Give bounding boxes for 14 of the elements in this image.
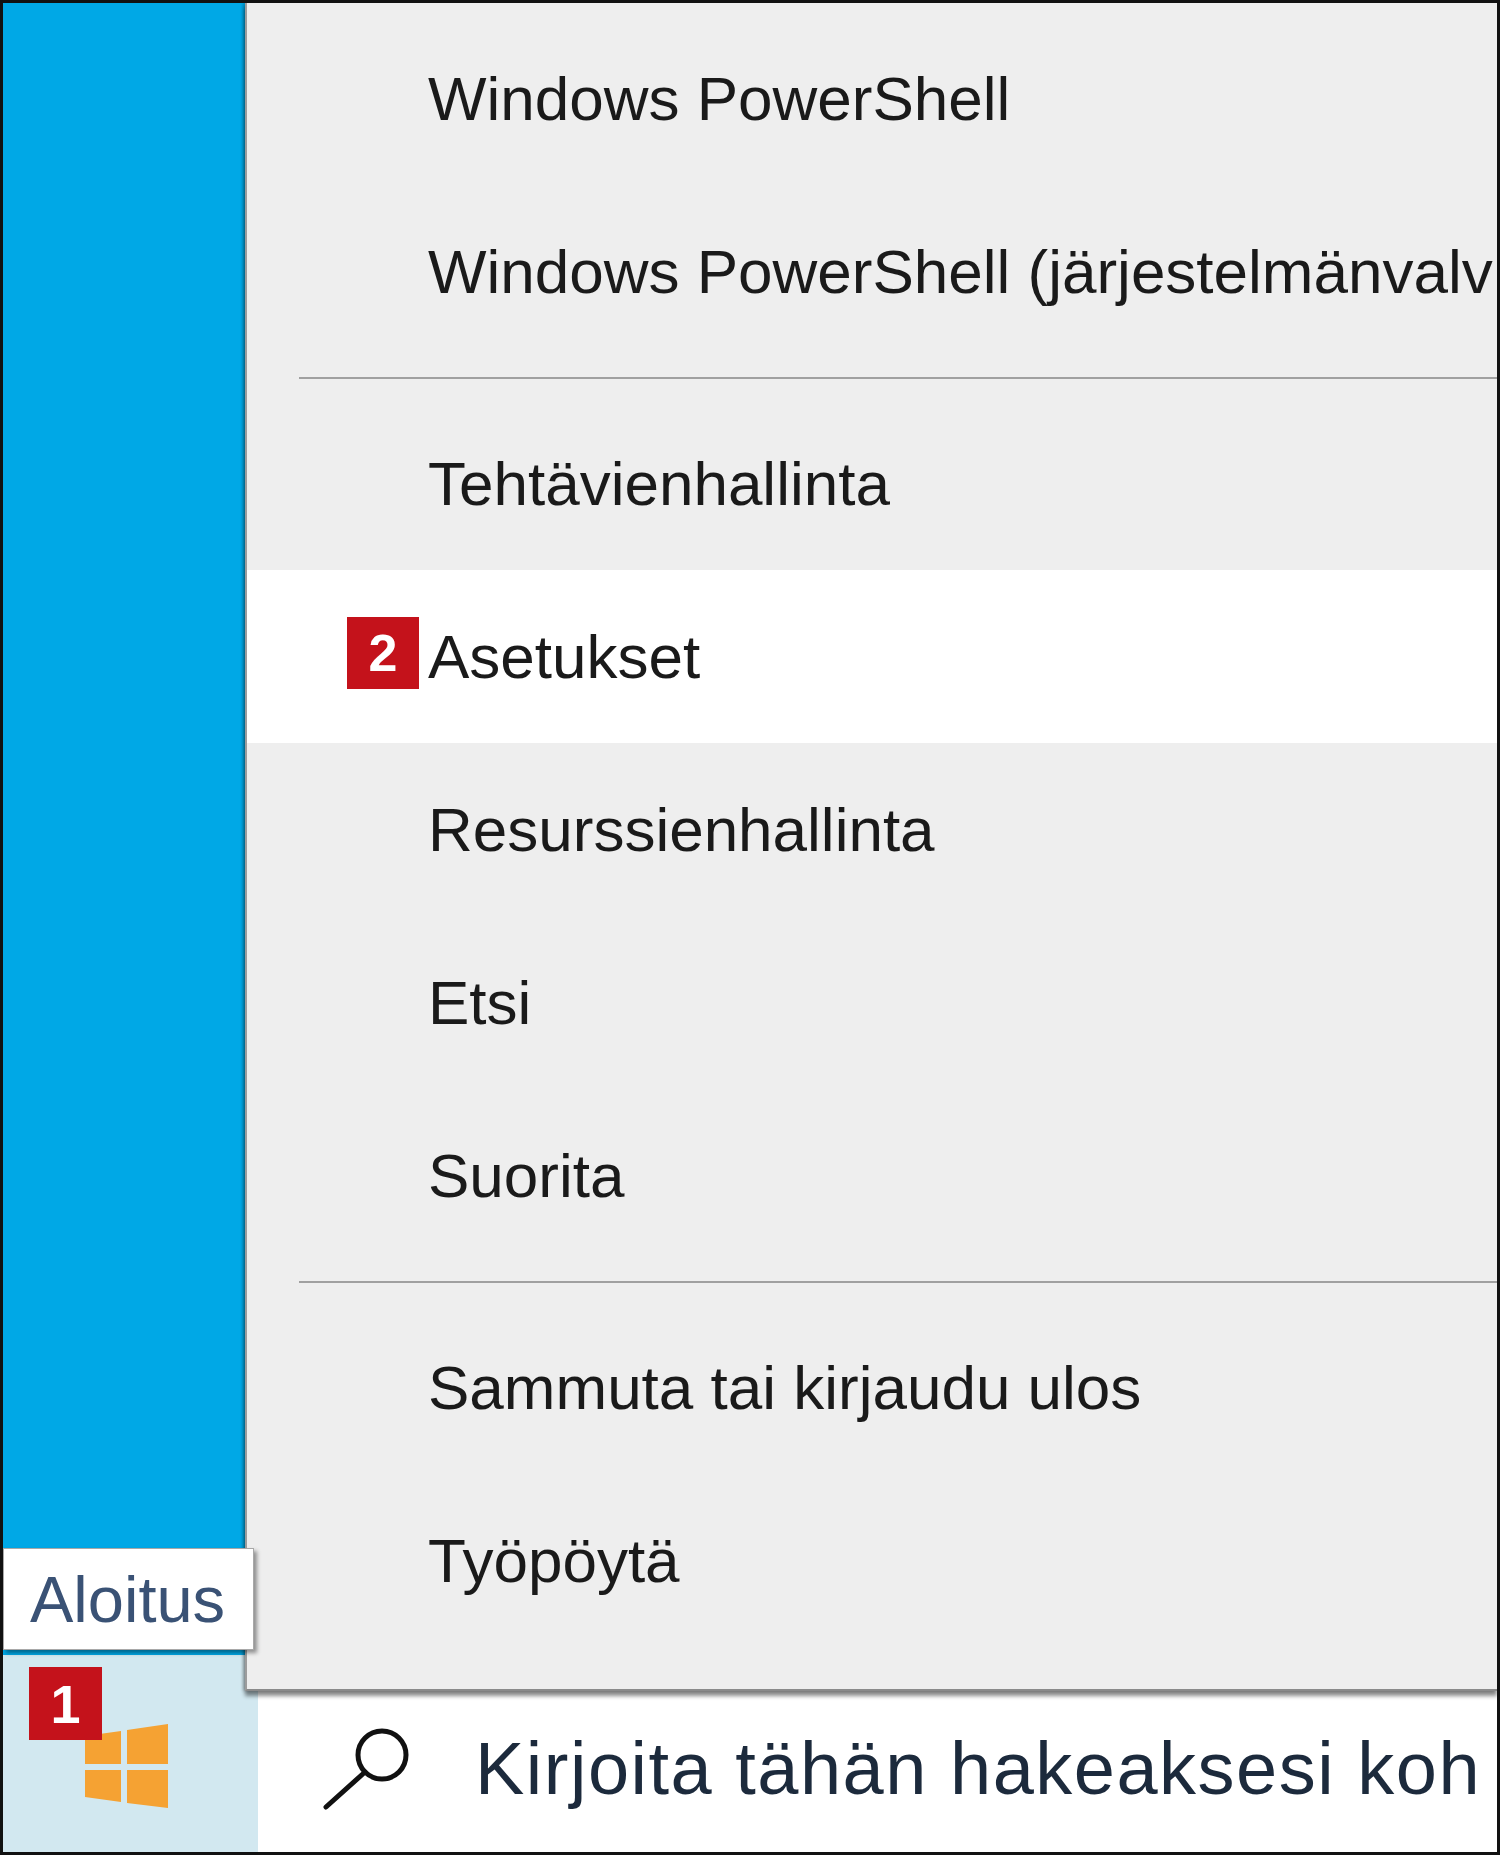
menu-item[interactable]: Sammuta tai kirjaudu ulos — [247, 1301, 1497, 1474]
menu-item[interactable]: Resurssienhallinta — [247, 743, 1497, 916]
windows-logo-icon — [85, 1723, 168, 1808]
menu-item[interactable]: Windows PowerShell (järjestelmänvalv — [247, 185, 1497, 358]
step-number-badge: 2 — [347, 617, 419, 689]
search-icon — [322, 1726, 410, 1811]
menu-item[interactable]: Windows PowerShell — [247, 12, 1497, 185]
tooltip: Aloitus — [3, 1548, 254, 1650]
menu-item[interactable]: 2 Asetukset — [247, 570, 1497, 743]
menu-item[interactable]: Tehtävienhallinta — [247, 397, 1497, 570]
menu-item[interactable]: Etsi — [247, 916, 1497, 1089]
start-button[interactable]: 1 — [3, 1655, 258, 1852]
menu-item[interactable]: Suorita — [247, 1089, 1497, 1262]
step-number-badge: 1 — [29, 1667, 102, 1740]
